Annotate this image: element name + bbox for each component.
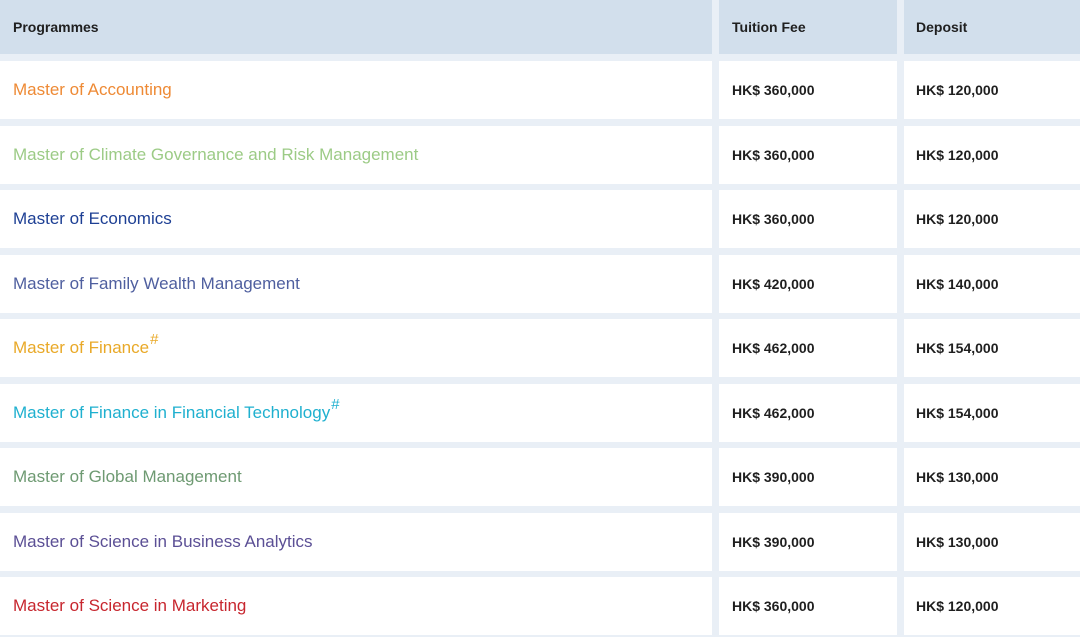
- programme-name: Master of Science in Marketing: [13, 596, 247, 615]
- programme-name: Master of Climate Governance and Risk Ma…: [13, 145, 419, 164]
- table-row: Master of Science in Business Analytics …: [0, 513, 1080, 571]
- fee-table: Programmes Tuition Fee Deposit Master of…: [0, 0, 1080, 637]
- deposit: HK$ 140,000: [916, 276, 999, 292]
- tuition-fee: HK$ 420,000: [732, 276, 815, 292]
- tuition-fee: HK$ 360,000: [732, 147, 815, 163]
- table-row: Master of Economics HK$ 360,000 HK$ 120,…: [0, 190, 1080, 248]
- tuition-fee: HK$ 390,000: [732, 534, 815, 550]
- table-row: Master of Science in Marketing HK$ 360,0…: [0, 577, 1080, 635]
- table-row: Master of Accounting HK$ 360,000 HK$ 120…: [0, 61, 1080, 119]
- deposit: HK$ 120,000: [916, 82, 999, 98]
- deposit: HK$ 120,000: [916, 147, 999, 163]
- programme-name: Master of Finance#: [13, 331, 159, 357]
- header-programmes: Programmes: [0, 0, 712, 54]
- deposit: HK$ 154,000: [916, 405, 999, 421]
- deposit: HK$ 130,000: [916, 534, 999, 550]
- footnote-mark: #: [331, 396, 340, 413]
- tuition-fee: HK$ 360,000: [732, 211, 815, 227]
- deposit: HK$ 154,000: [916, 340, 999, 356]
- programme-name: Master of Accounting: [13, 80, 172, 99]
- header-tuition-fee: Tuition Fee: [719, 0, 897, 54]
- programme-name: Master of Family Wealth Management: [13, 274, 300, 293]
- tuition-fee: HK$ 390,000: [732, 469, 815, 485]
- tuition-fee: HK$ 360,000: [732, 598, 815, 614]
- deposit: HK$ 130,000: [916, 469, 999, 485]
- tuition-fee: HK$ 462,000: [732, 340, 815, 356]
- table-row: Master of Finance in Financial Technolog…: [0, 384, 1080, 442]
- deposit: HK$ 120,000: [916, 598, 999, 614]
- tuition-fee: HK$ 360,000: [732, 82, 815, 98]
- deposit: HK$ 120,000: [916, 211, 999, 227]
- footnote-mark: #: [150, 331, 159, 348]
- tuition-fee: HK$ 462,000: [732, 405, 815, 421]
- table-row: Master of Finance# HK$ 462,000 HK$ 154,0…: [0, 319, 1080, 377]
- programme-name: Master of Global Management: [13, 467, 242, 486]
- programme-name: Master of Science in Business Analytics: [13, 532, 313, 551]
- programme-name: Master of Finance in Financial Technolog…: [13, 396, 340, 422]
- table-header-row: Programmes Tuition Fee Deposit: [0, 0, 1080, 54]
- table-row: Master of Family Wealth Management HK$ 4…: [0, 255, 1080, 313]
- header-deposit: Deposit: [904, 0, 1080, 54]
- programme-name: Master of Economics: [13, 209, 172, 228]
- table-row: Master of Global Management HK$ 390,000 …: [0, 448, 1080, 506]
- table-row: Master of Climate Governance and Risk Ma…: [0, 126, 1080, 184]
